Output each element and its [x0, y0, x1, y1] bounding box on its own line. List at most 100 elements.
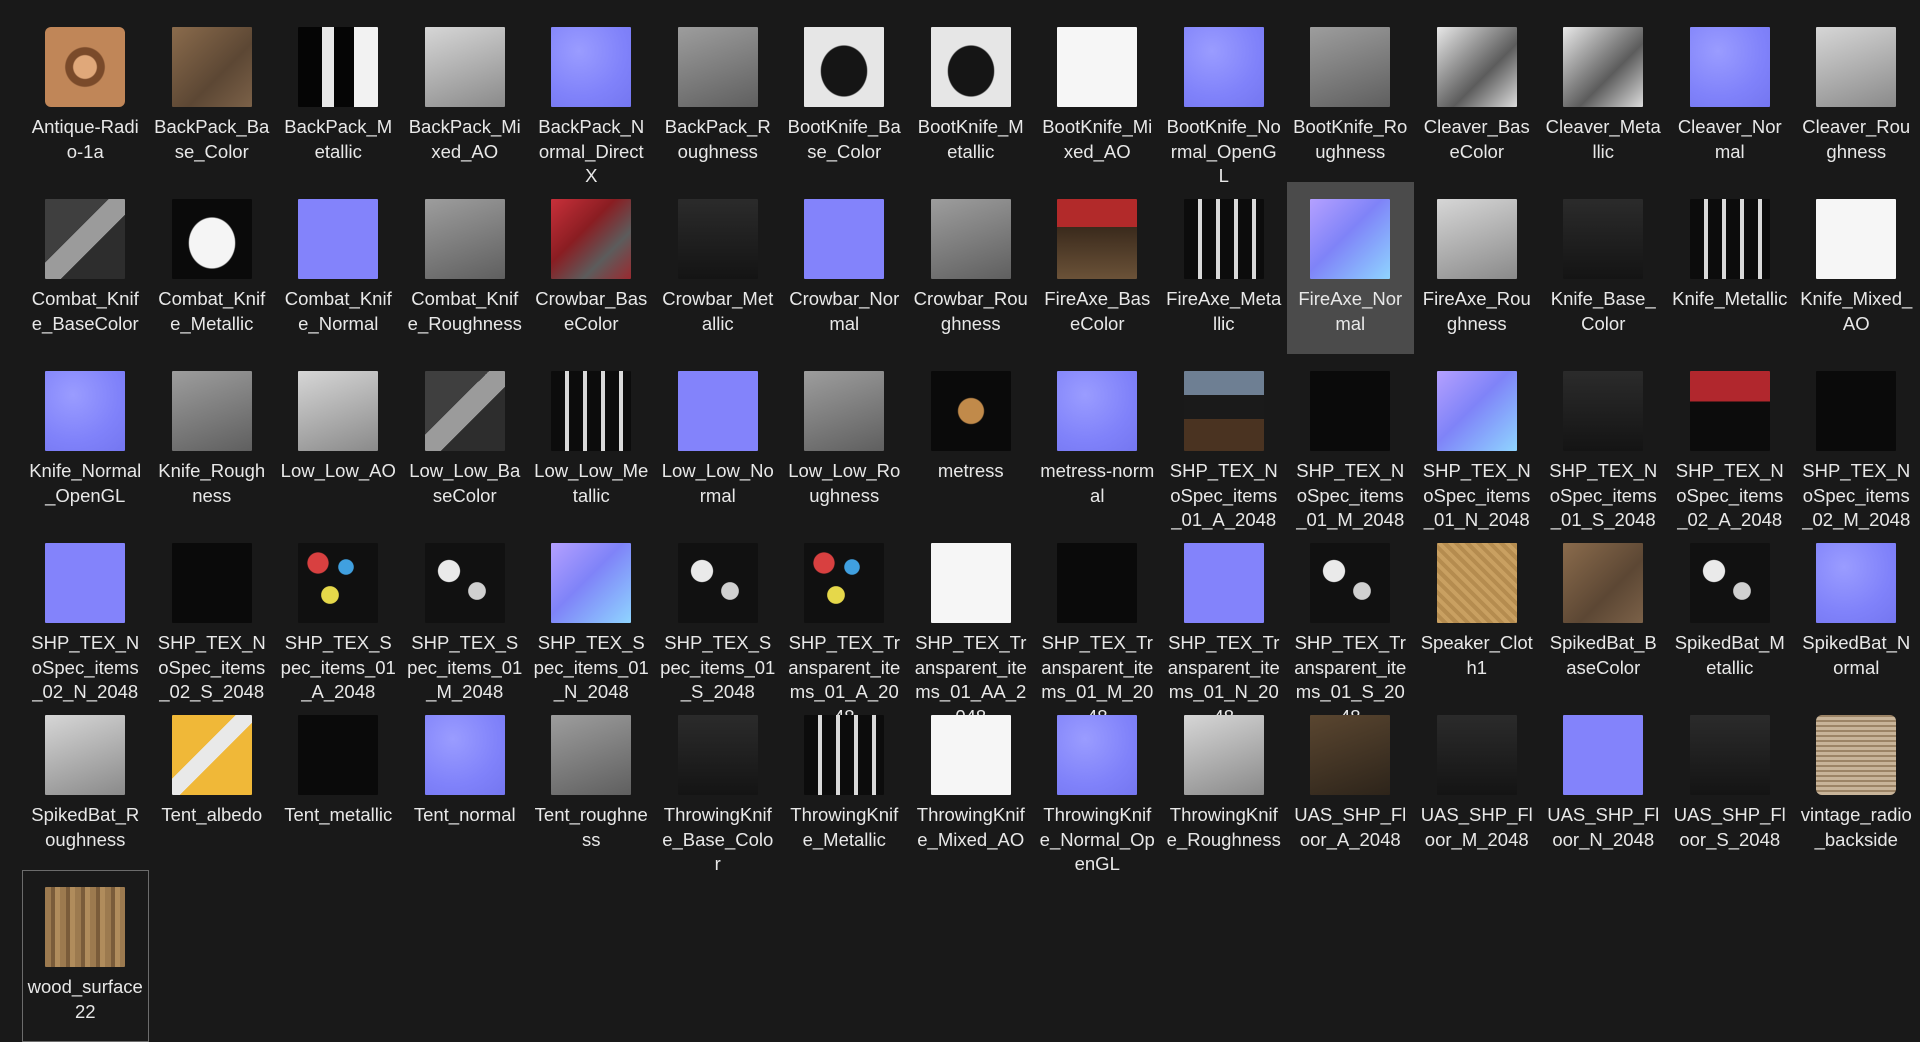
file-name: SpikedBat_Roughness — [31, 804, 140, 850]
file-item[interactable]: Speaker_Cloth1 — [1414, 526, 1541, 698]
file-name: SHP_TEX_NoSpec_items_01_S_2048 — [1549, 460, 1658, 531]
file-item[interactable]: SHP_TEX_NoSpec_items_01_A_2048 — [1161, 354, 1288, 530]
thumbnail-image — [677, 27, 758, 107]
file-item[interactable]: Low_Low_AO — [275, 354, 402, 526]
file-item[interactable]: SpikedBat_Normal — [1793, 526, 1920, 698]
file-item[interactable]: BackPack_Roughness — [655, 10, 782, 182]
file-item[interactable]: Crowbar_Metallic — [655, 182, 782, 354]
file-item[interactable]: SHP_TEX_NoSpec_items_02_S_2048 — [149, 526, 276, 702]
file-item[interactable]: BackPack_Mixed_AO — [402, 10, 529, 182]
file-item[interactable]: Low_Low_Roughness — [781, 354, 908, 526]
file-item[interactable]: FireAxe_BaseColor — [1034, 182, 1161, 354]
file-item[interactable]: SpikedBat_Metallic — [1667, 526, 1794, 698]
file-item[interactable]: Knife_Normal_OpenGL — [22, 354, 149, 526]
file-item[interactable]: UAS_SHP_Floor_N_2048 — [1540, 698, 1667, 870]
file-item[interactable]: SHP_TEX_Transparent_items_01_N_2048 — [1161, 526, 1288, 727]
file-item[interactable]: BootKnife_Mixed_AO — [1034, 10, 1161, 182]
file-name: Tent_metallic — [284, 804, 393, 825]
file-item[interactable]: Cleaver_Roughness — [1793, 10, 1920, 182]
file-item[interactable]: BackPack_Base_Color — [149, 10, 276, 182]
file-name: FireAxe_Normal — [1298, 288, 1403, 334]
file-item[interactable]: BootKnife_Metallic — [908, 10, 1035, 182]
file-item[interactable]: ThrowingKnife_Roughness — [1161, 698, 1288, 870]
thumbnail-image — [1183, 199, 1264, 279]
file-item[interactable]: SHP_TEX_NoSpec_items_02_N_2048 — [22, 526, 149, 702]
file-item[interactable]: BootKnife_Normal_OpenGL — [1161, 10, 1288, 186]
file-item[interactable]: metress — [908, 354, 1035, 526]
file-item[interactable]: Knife_Metallic — [1667, 182, 1794, 354]
file-item[interactable]: Tent_albedo — [149, 698, 276, 870]
file-item[interactable]: SHP_TEX_Spec_items_01_M_2048 — [402, 526, 529, 702]
file-item[interactable]: UAS_SHP_Floor_A_2048 — [1287, 698, 1414, 870]
file-name: BootKnife_Base_Color — [787, 116, 901, 162]
file-item[interactable]: SHP_TEX_Transparent_items_01_M_2048 — [1034, 526, 1161, 727]
file-name: metress-normal — [1040, 460, 1155, 506]
file-item[interactable]: wood_surface22 — [22, 870, 149, 1042]
file-item[interactable]: BackPack_Metallic — [275, 10, 402, 182]
file-item[interactable]: UAS_SHP_Floor_M_2048 — [1414, 698, 1541, 870]
file-item[interactable]: Low_Low_BaseColor — [402, 354, 529, 526]
file-item[interactable]: ThrowingKnife_Metallic — [781, 698, 908, 870]
file-item[interactable]: Tent_normal — [402, 698, 529, 870]
file-item[interactable]: ThrowingKnife_Mixed_AO — [908, 698, 1035, 870]
file-item[interactable]: Antique-Radio-1a — [22, 10, 149, 182]
file-item[interactable]: SHP_TEX_NoSpec_items_02_M_2048 — [1793, 354, 1920, 530]
file-item[interactable]: BootKnife_Base_Color — [781, 10, 908, 182]
file-item[interactable]: BackPack_Normal_DirectX — [528, 10, 655, 186]
file-name: vintage_radio_backside — [1800, 804, 1912, 850]
file-item[interactable]: Cleaver_BaseColor — [1414, 10, 1541, 182]
file-item[interactable]: SHP_TEX_Transparent_items_01_S_2048 — [1287, 526, 1414, 727]
file-item[interactable]: SHP_TEX_Transparent_items_01_A_2048 — [781, 526, 908, 727]
file-item[interactable]: Cleaver_Normal — [1667, 10, 1794, 182]
file-item[interactable]: vintage_radio_backside — [1793, 698, 1920, 870]
file-item[interactable]: Knife_Base_Color — [1540, 182, 1667, 354]
file-name: BackPack_Mixed_AO — [408, 116, 521, 162]
file-name: ThrowingKnife_Mixed_AO — [916, 804, 1025, 850]
file-item[interactable]: SHP_TEX_Spec_items_01_N_2048 — [528, 526, 655, 702]
file-item[interactable]: Crowbar_BaseColor — [528, 182, 655, 354]
file-item[interactable]: SHP_TEX_NoSpec_items_01_N_2048 — [1414, 354, 1541, 530]
file-item[interactable]: SHP_TEX_NoSpec_items_02_A_2048 — [1667, 354, 1794, 530]
file-item[interactable]: Knife_Roughness — [149, 354, 276, 526]
file-name: BackPack_Normal_DirectX — [538, 116, 645, 187]
file-item[interactable]: UAS_SHP_Floor_S_2048 — [1667, 698, 1794, 870]
file-item[interactable]: SHP_TEX_NoSpec_items_01_S_2048 — [1540, 354, 1667, 530]
file-item[interactable]: ThrowingKnife_Base_Color — [655, 698, 782, 874]
file-item[interactable]: ThrowingKnife_Normal_OpenGL — [1034, 698, 1161, 874]
file-item[interactable]: FireAxe_Roughness — [1414, 182, 1541, 354]
file-item[interactable]: FireAxe_Normal — [1287, 182, 1414, 354]
thumbnail-image — [424, 199, 505, 279]
file-item[interactable]: Tent_roughness — [528, 698, 655, 870]
file-item[interactable]: Combat_Knife_Metallic — [149, 182, 276, 354]
file-item[interactable]: Knife_Mixed_AO — [1793, 182, 1920, 354]
file-name: Combat_Knife_Normal — [284, 288, 392, 334]
thumbnail-image — [930, 543, 1011, 623]
file-item[interactable]: Crowbar_Roughness — [908, 182, 1035, 354]
file-item[interactable]: Combat_Knife_Roughness — [402, 182, 529, 354]
file-item[interactable]: metress-normal — [1034, 354, 1161, 526]
file-item[interactable]: Combat_Knife_Normal — [275, 182, 402, 354]
file-item[interactable]: BootKnife_Roughness — [1287, 10, 1414, 182]
file-item[interactable]: Cleaver_Metallic — [1540, 10, 1667, 182]
file-item[interactable]: SpikedBat_BaseColor — [1540, 526, 1667, 698]
file-item[interactable]: FireAxe_Metallic — [1161, 182, 1288, 354]
file-name: Knife_Normal_OpenGL — [29, 460, 142, 506]
file-name: Knife_Mixed_AO — [1800, 288, 1913, 334]
file-item[interactable]: SHP_TEX_Transparent_items_01_AA_2048 — [908, 526, 1035, 727]
thumbnail-image — [1689, 199, 1770, 279]
file-item[interactable]: Combat_Knife_BaseColor — [22, 182, 149, 354]
file-item[interactable]: Low_Low_Metallic — [528, 354, 655, 526]
thumbnail-image — [551, 371, 632, 451]
file-item[interactable]: Crowbar_Normal — [781, 182, 908, 354]
file-item[interactable]: SpikedBat_Roughness — [22, 698, 149, 870]
thumbnail-image — [298, 715, 379, 795]
file-item[interactable]: SHP_TEX_Spec_items_01_A_2048 — [275, 526, 402, 702]
file-item[interactable]: SHP_TEX_NoSpec_items_01_M_2048 — [1287, 354, 1414, 530]
file-item[interactable]: SHP_TEX_Spec_items_01_S_2048 — [655, 526, 782, 702]
file-name: Cleaver_Normal — [1677, 116, 1782, 162]
thumbnail-image — [1563, 543, 1644, 623]
file-item[interactable]: Tent_metallic — [275, 698, 402, 870]
file-item[interactable]: Low_Low_Normal — [655, 354, 782, 526]
thumbnail-image — [424, 715, 505, 795]
thumbnail-image — [171, 371, 252, 451]
